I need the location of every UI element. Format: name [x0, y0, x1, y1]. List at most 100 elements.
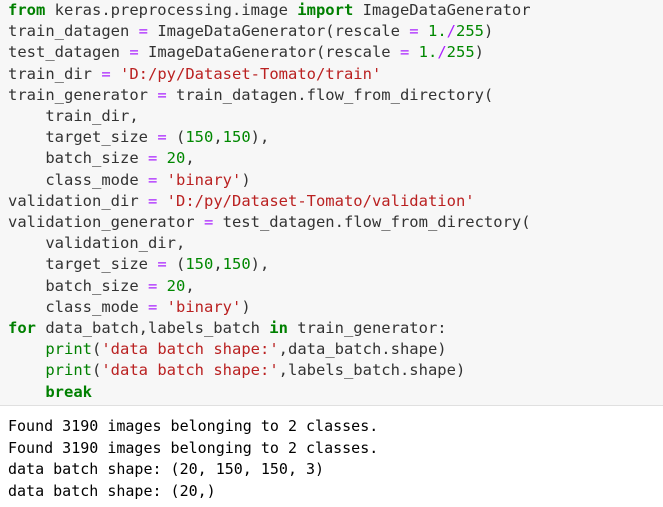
code-token: = — [138, 22, 148, 41]
code-token: for — [8, 319, 36, 337]
code-line: test_datagen = ImageDataGenerator(rescal… — [8, 42, 484, 63]
code-token: batch_size — [8, 149, 148, 168]
code-line: break — [8, 382, 92, 403]
code-token: ImageDataGenerator(rescale — [138, 43, 400, 62]
code-token: 150 — [222, 255, 251, 274]
code-token: 255 — [446, 43, 475, 62]
code-token: = — [147, 276, 158, 295]
output-line: data batch shape: (20,) — [8, 481, 216, 500]
code-token: ImageDataGenerator — [353, 1, 531, 19]
code-token: ), — [250, 255, 270, 274]
code-token: break — [45, 382, 92, 401]
code-line: print('data batch shape:',labels_batch.s… — [8, 360, 465, 381]
code-cell-input[interactable]: from keras.preprocessing.image import Im… — [0, 0, 663, 406]
code-token: , — [213, 128, 223, 147]
code-token: = — [147, 297, 158, 316]
code-token: print — [45, 340, 92, 359]
code-token: validation_generator — [8, 213, 204, 231]
code-token: = — [129, 43, 139, 62]
code-token: 'data batch shape:' — [101, 340, 279, 359]
code-line: train_dir, — [8, 106, 139, 127]
code-line: target_size = (150,150), — [8, 127, 269, 148]
output-line: Found 3190 images belonging to 2 classes… — [8, 438, 379, 457]
code-token: 'D:/py/Dataset-Tomato/train' — [120, 64, 382, 83]
code-token: ), — [250, 128, 270, 147]
code-token: ) — [484, 22, 494, 41]
code-line: for data_batch,labels_batch in train_gen… — [8, 318, 447, 339]
code-token: validation_dir — [8, 191, 148, 210]
code-token: 150 — [185, 255, 214, 274]
code-line: class_mode = 'binary') — [8, 170, 250, 191]
code-cell-output: Found 3190 images belonging to 2 classes… — [0, 407, 663, 507]
code-token: = — [147, 191, 158, 210]
code-token: ImageDataGenerator(rescale — [148, 22, 410, 41]
code-token: ( — [166, 128, 186, 147]
code-token: ( — [166, 255, 186, 274]
code-line: target_size = (150,150), — [8, 254, 269, 275]
code-token: = — [157, 255, 167, 274]
code-token: 20 — [166, 149, 186, 168]
code-token: , — [185, 149, 195, 168]
code-token: 150 — [222, 128, 251, 147]
code-token: = — [147, 149, 158, 168]
code-token: 255 — [456, 22, 484, 41]
code-token: = — [157, 128, 167, 147]
code-token: 1. — [427, 22, 447, 41]
code-token: train_datagen — [8, 22, 139, 41]
code-token: ,data_batch.shape) — [278, 340, 447, 359]
code-token: 1. — [418, 43, 438, 62]
code-line: train_dir = 'D:/py/Dataset-Tomato/train' — [8, 64, 381, 85]
code-token: = — [203, 213, 214, 231]
code-token: target_size — [8, 255, 158, 274]
code-token: ) — [474, 43, 485, 62]
code-token: 150 — [185, 128, 214, 147]
code-token: 20 — [166, 276, 186, 295]
code-token: validation_dir, — [8, 234, 186, 253]
code-token: 'D:/py/Dataset-Tomato/validation' — [166, 191, 475, 210]
code-token: ,labels_batch.shape) — [278, 361, 466, 380]
code-token: import — [297, 1, 354, 19]
code-token: data_batch,labels_batch — [36, 319, 270, 337]
output-line: Found 3190 images belonging to 2 classes… — [8, 417, 379, 435]
code-token: train_dir — [8, 64, 102, 83]
code-line: print('data batch shape:',data_batch.sha… — [8, 339, 447, 360]
code-token: / — [446, 22, 456, 41]
code-token: 'binary' — [166, 170, 242, 189]
code-line: validation_dir = 'D:/py/Dataset-Tomato/v… — [8, 191, 475, 212]
code-line: validation_generator = test_datagen.flow… — [8, 212, 531, 233]
code-token: test_datagen.flow_from_directory( — [213, 213, 531, 231]
code-token: , — [213, 255, 223, 274]
code-token: = — [399, 43, 410, 62]
code-token: test_datagen — [8, 43, 130, 62]
code-token: class_mode — [8, 170, 148, 189]
code-token: print — [45, 361, 92, 380]
code-token: = — [147, 170, 158, 189]
code-line: validation_dir, — [8, 233, 185, 254]
code-line: class_mode = 'binary') — [8, 297, 250, 318]
code-line: batch_size = 20, — [8, 276, 194, 297]
code-line: train_generator = train_datagen.flow_fro… — [8, 85, 493, 106]
code-token: = — [409, 22, 419, 41]
code-token: keras.preprocessing.image — [45, 1, 298, 19]
code-line: train_datagen = ImageDataGenerator(resca… — [8, 21, 493, 42]
code-token: ( — [92, 340, 102, 359]
code-token: train_dir, — [8, 107, 139, 125]
code-token: train_generator — [8, 85, 158, 104]
code-token: ( — [92, 361, 102, 380]
code-token: 'data batch shape:' — [101, 361, 279, 380]
code-token: train_datagen.flow_from_directory( — [166, 85, 494, 104]
code-line: batch_size = 20, — [8, 148, 195, 169]
code-token: 'binary' — [166, 297, 242, 316]
code-token: = — [157, 85, 167, 104]
code-token: target_size — [8, 128, 158, 147]
